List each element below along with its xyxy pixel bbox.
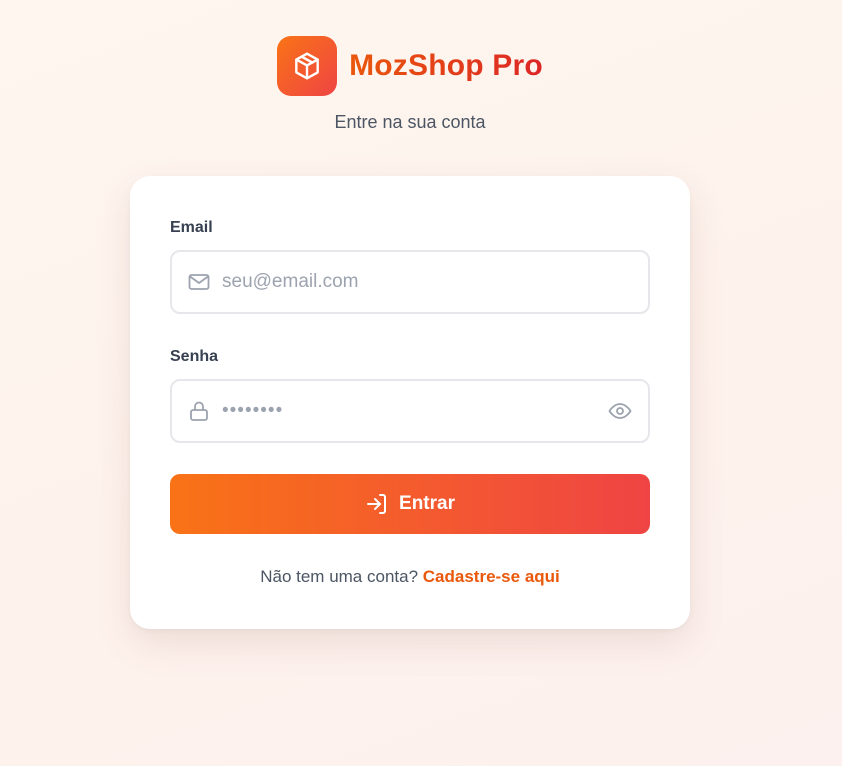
eye-icon[interactable] (606, 397, 634, 425)
email-input[interactable] (222, 271, 648, 293)
login-button-label: Entrar (399, 493, 455, 514)
mail-icon (186, 269, 212, 295)
email-field[interactable] (170, 250, 650, 314)
logo (277, 36, 338, 96)
password-label: Senha (170, 348, 219, 365)
brand-header: MozShop Pro (0, 36, 820, 96)
signup-prompt-text: Não tem uma conta? (260, 567, 419, 586)
signup-prompt: Não tem uma conta? Cadastre-se aqui (130, 567, 690, 587)
lock-icon (186, 398, 212, 424)
email-label: Email (170, 219, 213, 236)
login-icon (367, 494, 387, 514)
package-icon (295, 52, 319, 80)
password-input[interactable] (222, 400, 606, 422)
login-card: Email Senha (130, 176, 690, 629)
page-subtitle: Entre na sua conta (334, 112, 486, 132)
brand-name: MozShop Pro (349, 49, 543, 82)
password-field[interactable] (170, 379, 650, 443)
signup-link[interactable]: Cadastre-se aqui (423, 567, 560, 586)
login-button[interactable]: Entrar (170, 474, 650, 534)
